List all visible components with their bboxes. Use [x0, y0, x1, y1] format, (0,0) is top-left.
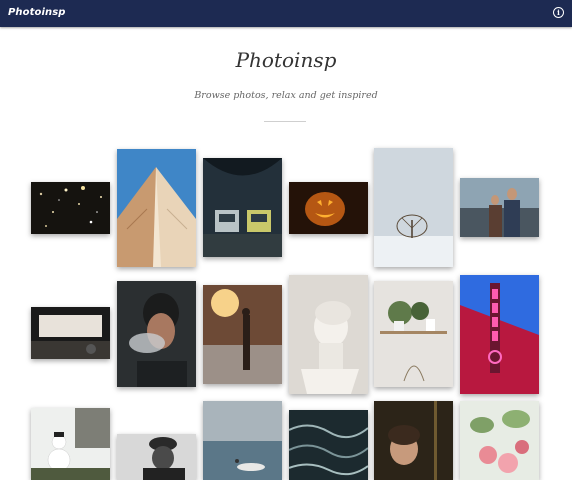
photo-couple-street[interactable] — [460, 178, 539, 237]
brand-logo[interactable]: Photoinsp — [8, 7, 66, 18]
photo-subway-trains[interactable] — [203, 158, 282, 257]
divider — [264, 121, 306, 122]
photo-ocean-waves[interactable] — [289, 410, 368, 480]
photo-man-smoke[interactable] — [117, 281, 196, 387]
photo-snowman[interactable] — [31, 408, 110, 480]
photo-beach-boat[interactable] — [203, 401, 282, 480]
photo-car-windshield[interactable] — [31, 307, 110, 359]
photo-white-building-corner[interactable] — [117, 149, 196, 267]
photo-neon-sign[interactable] — [460, 275, 539, 394]
photo-person-sunset[interactable] — [203, 285, 282, 384]
page-subtitle: Browse photos, relax and get inspired — [194, 90, 378, 101]
photo-snowy-night-lights[interactable] — [31, 182, 110, 234]
top-navbar: Photoinsp i — [0, 0, 572, 27]
photo-man-hat[interactable] — [117, 434, 196, 480]
page-title: Photoinsp — [235, 48, 337, 72]
photo-statue-bust[interactable] — [289, 275, 368, 394]
photo-lone-tree-snow[interactable] — [374, 148, 453, 267]
photo-woman-portrait[interactable] — [374, 401, 453, 480]
info-icon[interactable]: i — [553, 7, 564, 18]
photo-shelf-plants[interactable] — [374, 281, 453, 387]
photo-pink-flowers[interactable] — [460, 401, 539, 480]
photo-carved-pumpkin[interactable] — [289, 182, 368, 234]
